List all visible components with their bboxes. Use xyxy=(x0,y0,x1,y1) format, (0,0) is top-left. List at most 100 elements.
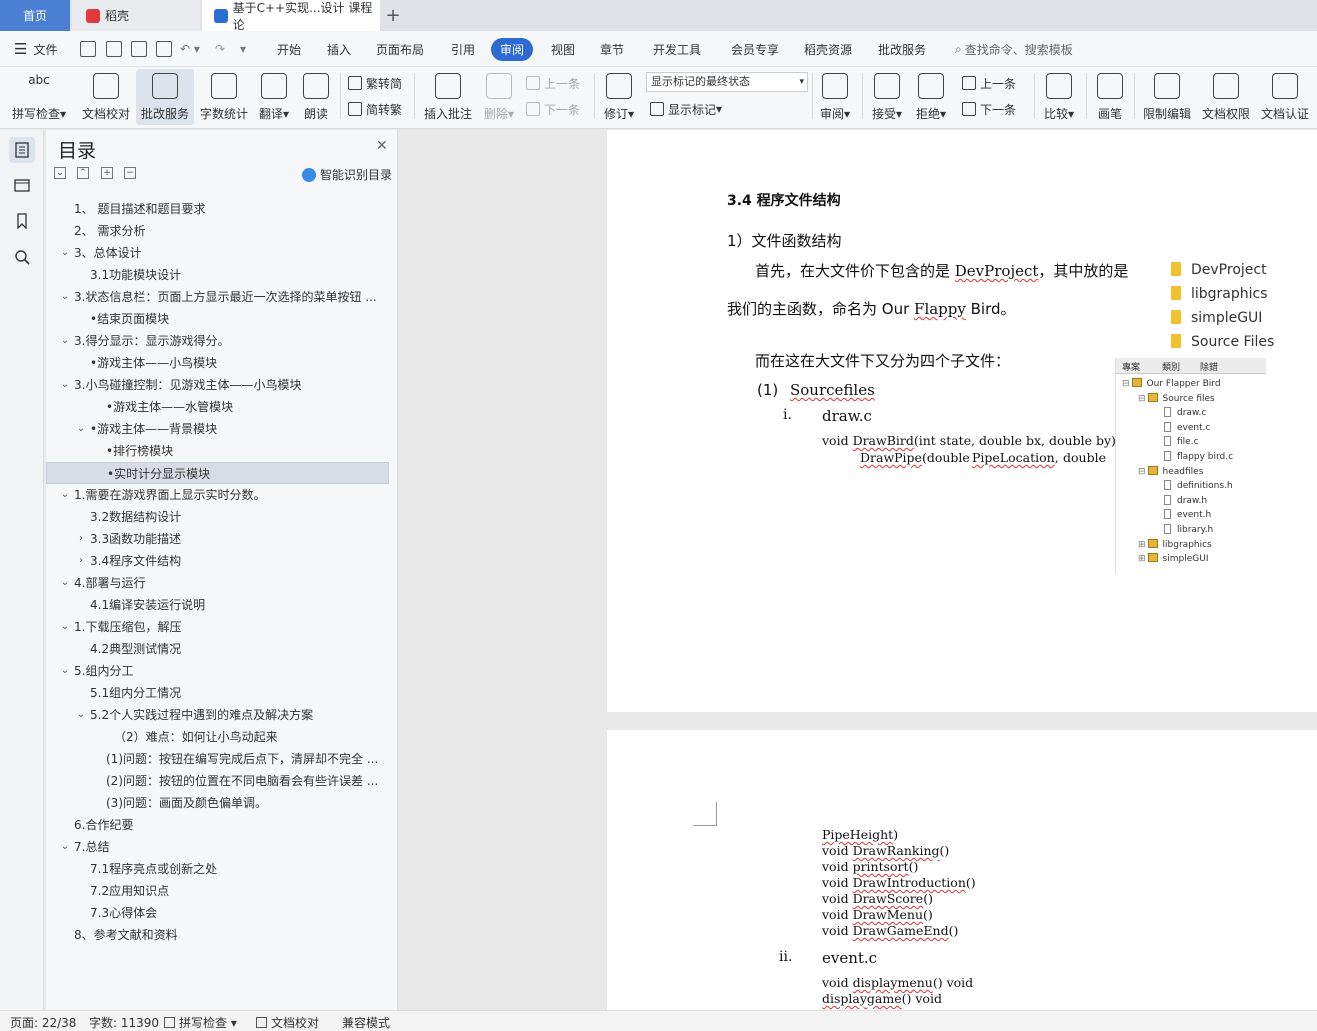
menu-start[interactable]: 开始 xyxy=(277,31,301,67)
next-change-button[interactable]: 下一条 xyxy=(962,99,1016,119)
menu-view[interactable]: 视图 xyxy=(551,31,575,67)
show-markup-button[interactable]: 显示标记 ▾ xyxy=(650,99,722,119)
menu-review[interactable]: 审阅 xyxy=(491,31,534,67)
doc-certify-button[interactable]: 文档认证 xyxy=(1258,69,1312,125)
toc-item[interactable]: 3.1功能模块设计 xyxy=(46,264,391,286)
toc-item[interactable]: 5.1组内分工情况 xyxy=(46,682,391,704)
new-tab-button[interactable]: + xyxy=(384,0,402,31)
toc-item[interactable]: 7.3心得体会 xyxy=(46,902,391,924)
menu-developer[interactable]: 开发工具 xyxy=(653,31,701,67)
chevron-right-icon[interactable]: › xyxy=(76,550,86,572)
menu-member[interactable]: 会员专享 xyxy=(731,31,779,67)
toc-item[interactable]: ⌄ 4.部署与运行 xyxy=(46,572,391,594)
print-icon[interactable] xyxy=(131,41,147,57)
pen-button[interactable]: 画笔 xyxy=(1094,69,1126,125)
track-changes-button[interactable]: 修订▾ xyxy=(600,69,638,125)
toc-item[interactable]: 6.合作纪要 xyxy=(46,814,391,836)
toc-item[interactable]: ⌄ 3.得分显示：显示游戏得分。 xyxy=(46,330,391,352)
toc-item[interactable]: •游戏主体——小鸟模块 xyxy=(46,352,391,374)
bookmark-button[interactable] xyxy=(9,208,35,234)
toc-item[interactable]: •结束页面模块 xyxy=(46,308,391,330)
translate-button[interactable]: 翻译▾ xyxy=(256,69,292,125)
read-aloud-button[interactable]: 朗读 xyxy=(298,69,334,125)
toc-item[interactable]: ⌄ 3.小鸟碰撞控制：见游戏主体——小鸟模块 xyxy=(46,374,391,396)
page-indicator[interactable]: 页面: 22/38 xyxy=(10,1014,76,1031)
next-comment-button[interactable]: 下一条 xyxy=(526,99,580,119)
chevron-down-icon[interactable]: ⌄ xyxy=(60,660,70,682)
chevron-down-icon[interactable]: ⌄ xyxy=(60,286,70,308)
chevron-down-icon[interactable]: ⌄ xyxy=(60,616,70,638)
toc-pane-button[interactable] xyxy=(9,137,35,163)
tab-document[interactable]: 基于C++实现...设计 课程论 xyxy=(202,0,380,32)
toc-item[interactable]: ⌄ 1.需要在游戏界面上显示实时分数。 xyxy=(46,484,391,506)
chevron-down-icon[interactable]: ⌄ xyxy=(76,704,86,726)
doc-permission-button[interactable]: 文档权限 xyxy=(1199,69,1253,125)
add-heading-icon[interactable]: + xyxy=(101,167,113,179)
chevron-down-icon[interactable]: ⌄ xyxy=(60,242,70,264)
toc-item[interactable]: 7.2应用知识点 xyxy=(46,880,391,902)
menu-references[interactable]: 引用 xyxy=(451,31,475,67)
spell-check-status[interactable]: 拼写检查 ▾ xyxy=(164,1014,237,1031)
chevron-down-icon[interactable]: ⌄ xyxy=(76,418,86,440)
collapse-all-icon[interactable]: ⌄ xyxy=(54,167,66,179)
chevron-down-icon[interactable]: ⌄ xyxy=(60,572,70,594)
markup-state-select[interactable]: 显示标记的最终状态 ▾ xyxy=(646,72,808,92)
menu-page-layout[interactable]: 页面布局 xyxy=(376,31,424,67)
prev-comment-button[interactable]: 上一条 xyxy=(526,73,580,93)
toc-item[interactable]: ⌄ 1.下载压缩包，解压 xyxy=(46,616,391,638)
accept-button[interactable]: 接受▾ xyxy=(868,69,906,125)
toc-item[interactable]: •游戏主体——水管模块 xyxy=(46,396,391,418)
chevron-down-icon[interactable]: ⌄ xyxy=(60,484,70,506)
command-search[interactable]: ⌕ 查找命令、搜索模板 xyxy=(955,31,1073,67)
restrict-editing-button[interactable]: 限制编辑 xyxy=(1140,69,1194,125)
toc-item[interactable]: ⌄ 3、总体设计 xyxy=(46,242,391,264)
chapter-nav-button[interactable] xyxy=(9,172,35,198)
reject-button[interactable]: 拒绝▾ xyxy=(912,69,950,125)
menu-chapter[interactable]: 章节 xyxy=(600,31,624,67)
prev-change-button[interactable]: 上一条 xyxy=(962,73,1016,93)
toc-item[interactable]: •实时计分显示模块 xyxy=(46,462,389,484)
toc-item[interactable]: 1、 题目描述和题目要求 xyxy=(46,198,391,220)
delete-comment-button[interactable]: 删除▾ xyxy=(480,69,518,125)
doc-proof-button[interactable]: 文档校对 xyxy=(80,69,132,125)
proof-status[interactable]: 文档校对 xyxy=(256,1014,319,1031)
tab-daoke[interactable]: 稻壳 xyxy=(72,0,200,31)
menu-review-service[interactable]: 批改服务 xyxy=(878,31,926,67)
chevron-right-icon[interactable]: › xyxy=(76,528,86,550)
compare-button[interactable]: 比较▾ xyxy=(1040,69,1078,125)
toc-item[interactable]: 2、 需求分析 xyxy=(46,220,391,242)
remove-heading-icon[interactable]: − xyxy=(124,167,136,179)
tab-home[interactable]: 首页 xyxy=(0,0,70,31)
more-quick-access-icon[interactable]: ▾ xyxy=(240,31,246,67)
chevron-down-icon[interactable]: ⌄ xyxy=(60,330,70,352)
menu-daoke-resources[interactable]: 稻壳资源 xyxy=(804,31,852,67)
toc-item[interactable]: ⌄ 3.状态信息栏：页面上方显示最近一次选择的菜单按钮 ... xyxy=(46,286,391,308)
toc-item[interactable]: (3)问题：画面及颜色偏单调。 xyxy=(46,792,391,814)
redo-icon[interactable]: ↷ xyxy=(215,31,225,67)
toc-item[interactable]: ⌄ •游戏主体——背景模块 xyxy=(46,418,391,440)
toc-item[interactable]: ⌄ 5.组内分工 xyxy=(46,660,391,682)
smart-toc-button[interactable]: 智能识别目录 xyxy=(302,166,392,183)
expand-up-icon[interactable]: ⌃ xyxy=(77,167,89,179)
toc-item[interactable]: 3.2数据结构设计 xyxy=(46,506,391,528)
export-pdf-icon[interactable] xyxy=(106,41,122,57)
toc-item[interactable]: ⌄ 7.总结 xyxy=(46,836,391,858)
toc-item[interactable]: 8、参考文献和资料 xyxy=(46,924,391,946)
word-count-button[interactable]: 字数统计 xyxy=(198,69,250,125)
chevron-down-icon[interactable]: ⌄ xyxy=(60,374,70,396)
review-service-button[interactable]: 批改服务 xyxy=(136,69,194,125)
toc-item[interactable]: › 3.4程序文件结构 xyxy=(46,550,391,572)
toc-item[interactable]: •排行榜模块 xyxy=(46,440,391,462)
trad-to-simp-button[interactable]: 繁转简 xyxy=(348,73,402,93)
toc-item[interactable]: 4.1编译安装运行说明 xyxy=(46,594,391,616)
undo-icon[interactable]: ↶ ▾ xyxy=(180,31,200,67)
find-button[interactable] xyxy=(9,244,35,270)
close-icon[interactable]: ✕ xyxy=(376,138,388,154)
insert-comment-button[interactable]: 插入批注 xyxy=(420,69,476,125)
toc-item[interactable]: › 3.3函数功能描述 xyxy=(46,528,391,550)
toc-item[interactable]: (1)问题：按钮在编写完成后点下，清屏却不完全 ... xyxy=(46,748,391,770)
toc-item[interactable]: ⌄ 5.2个人实践过程中遇到的难点及解决方案 xyxy=(46,704,391,726)
save-icon[interactable] xyxy=(80,41,96,57)
file-menu-button[interactable]: ☰ 文件 xyxy=(14,31,57,67)
toc-item[interactable]: (2)问题：按钮的位置在不同电脑看会有些许误差 ... xyxy=(46,770,391,792)
